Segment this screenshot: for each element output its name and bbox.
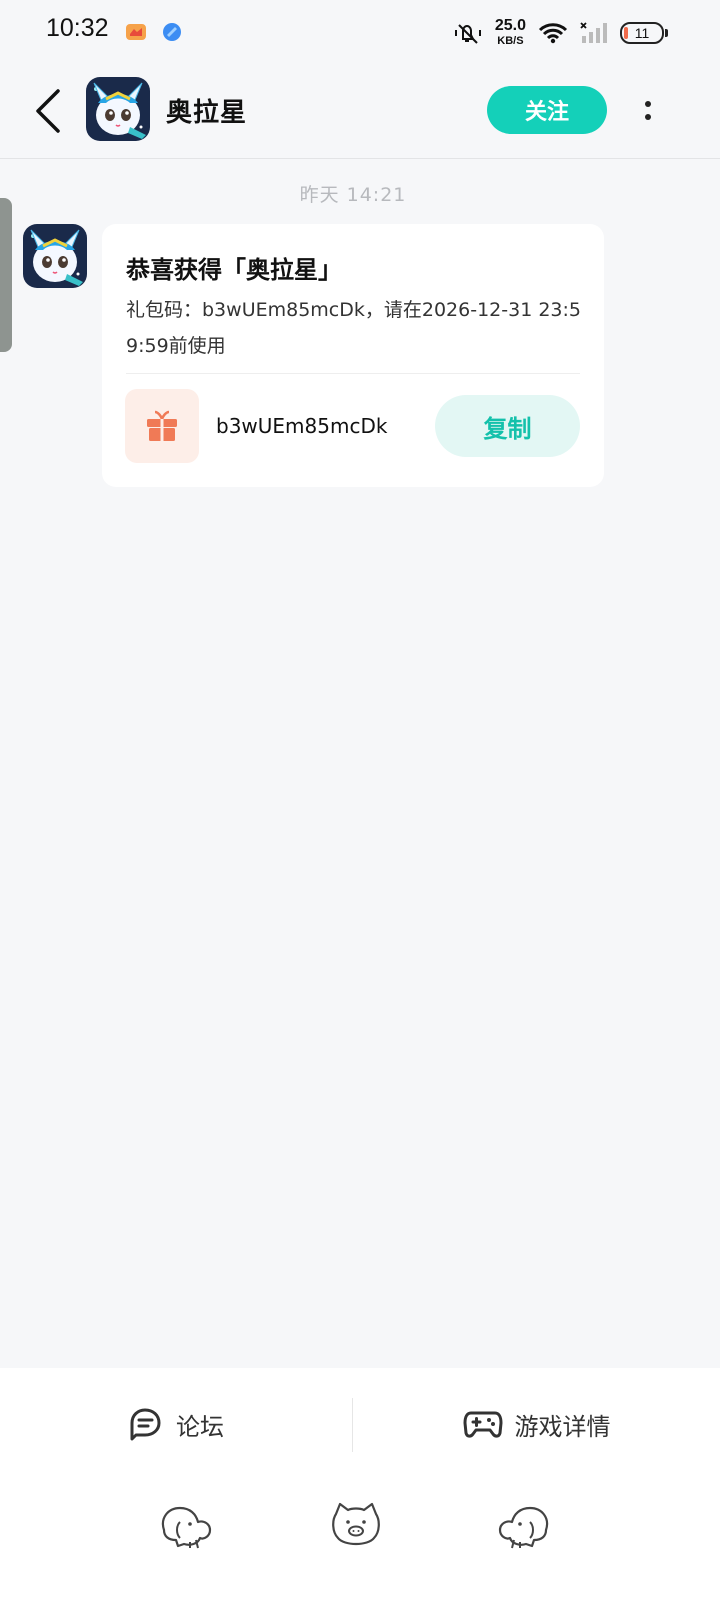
forum-label: 论坛 bbox=[176, 1412, 224, 1441]
forum-button[interactable]: 论坛 bbox=[0, 1396, 352, 1452]
game-detail-button[interactable]: 游戏详情 bbox=[353, 1396, 720, 1452]
game-detail-label: 游戏详情 bbox=[514, 1412, 611, 1441]
side-drag-handle[interactable] bbox=[0, 198, 12, 352]
gift-icon-container bbox=[125, 389, 199, 463]
battery-text: 11 bbox=[634, 24, 650, 41]
follow-button[interactable]: 关注 bbox=[487, 86, 607, 134]
net-speed-unit: KB/S bbox=[497, 35, 524, 47]
back-button[interactable] bbox=[28, 86, 68, 136]
sender-avatar[interactable] bbox=[23, 224, 87, 288]
copy-button[interactable]: 复制 bbox=[435, 395, 580, 457]
forum-icon bbox=[130, 1408, 161, 1441]
card-divider bbox=[126, 373, 580, 374]
game-avatar[interactable] bbox=[86, 77, 150, 141]
gamepad-icon bbox=[463, 1411, 502, 1438]
mascot-elephant-right-icon bbox=[498, 1506, 549, 1549]
message-timestamp: 昨天 14:21 bbox=[299, 184, 407, 206]
net-speed-value: 25.0 bbox=[494, 17, 526, 34]
notification-app-icon-1 bbox=[126, 24, 146, 40]
status-right-group: 25.0 KB/S 11 bbox=[453, 18, 668, 47]
mute-icon bbox=[454, 23, 481, 44]
battery-level bbox=[624, 26, 628, 39]
signal-icon bbox=[580, 21, 607, 43]
mascot-pig-icon bbox=[332, 1502, 380, 1546]
wifi-icon bbox=[538, 22, 568, 43]
net-speed: 25.0 KB/S bbox=[495, 18, 526, 47]
status-bar: 10:32 25.0 KB/S 11 bbox=[0, 0, 720, 64]
back-arrow-icon bbox=[36, 89, 60, 133]
battery-icon: 11 bbox=[620, 21, 668, 44]
gift-code-message-card: 恭喜获得「奥拉星」 礼包码：b3wUEm85mcDk，请在2026-12-31 … bbox=[102, 224, 604, 487]
header-title: 奥拉星 bbox=[166, 98, 248, 128]
card-title: 恭喜获得「奥拉星」 bbox=[126, 256, 342, 284]
aolaxing-logo-icon bbox=[23, 224, 87, 288]
more-vertical-icon bbox=[645, 100, 651, 107]
card-description: 礼包码：b3wUEm85mcDk，请在2026-12-31 23:59:59前使… bbox=[126, 299, 581, 357]
more-options-button[interactable] bbox=[630, 90, 666, 130]
gift-code-text: b3wUEm85mcDk bbox=[216, 414, 388, 438]
chat-header: 奥拉星 关注 bbox=[0, 64, 720, 159]
gift-icon bbox=[147, 410, 177, 441]
mascot-elephant-icon bbox=[161, 1506, 212, 1549]
notification-app-icon-2 bbox=[163, 23, 181, 41]
bottom-bar: 论坛 游戏详情 bbox=[0, 1368, 720, 1600]
aolaxing-logo-icon bbox=[86, 77, 150, 141]
status-time: 10:32 bbox=[46, 14, 109, 42]
